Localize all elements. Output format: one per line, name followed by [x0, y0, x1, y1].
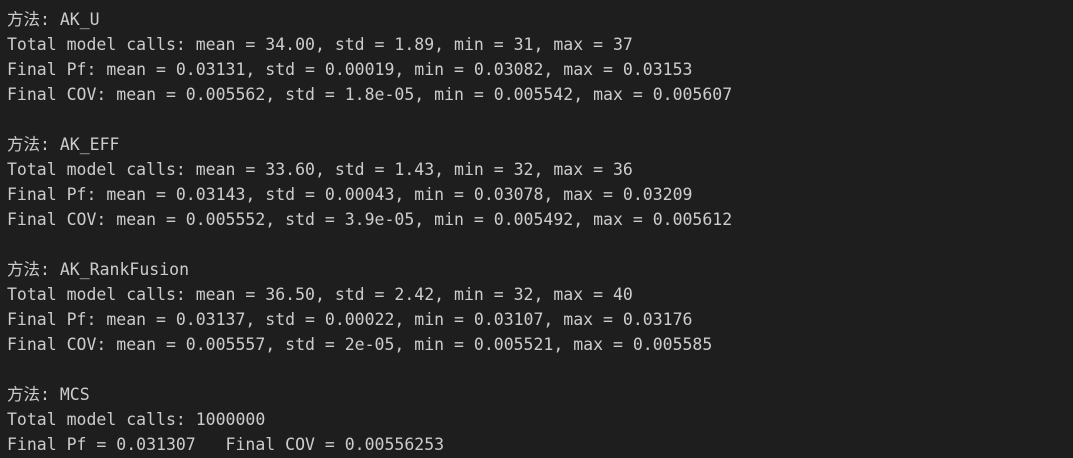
output-line-method-ak-rankfusion: 方法: AK_RankFusion [7, 260, 190, 279]
output-line-pf-cov-mcs: Final Pf = 0.031307 Final COV = 0.005562… [7, 435, 445, 454]
output-line-calls-ak-u: Total model calls: mean = 34.00, std = 1… [7, 35, 633, 54]
output-line-pf-ak-rankfusion: Final Pf: mean = 0.03137, std = 0.00022,… [7, 310, 693, 329]
output-line-pf-ak-u: Final Pf: mean = 0.03131, std = 0.00019,… [7, 60, 693, 79]
output-line-calls-ak-eff: Total model calls: mean = 33.60, std = 1… [7, 160, 633, 179]
output-line-method-ak-eff: 方法: AK_EFF [7, 135, 120, 154]
output-line-pf-ak-eff: Final Pf: mean = 0.03143, std = 0.00043,… [7, 185, 693, 204]
output-line-method-mcs: 方法: MCS [7, 385, 90, 404]
output-line-method-ak-u: 方法: AK_U [7, 10, 100, 29]
output-line-calls-mcs: Total model calls: 1000000 [7, 410, 266, 429]
output-line-cov-ak-eff: Final COV: mean = 0.005552, std = 3.9e-0… [7, 210, 733, 229]
output-line-cov-ak-u: Final COV: mean = 0.005562, std = 1.8e-0… [7, 85, 733, 104]
output-line-calls-ak-rankfusion: Total model calls: mean = 36.50, std = 2… [7, 285, 633, 304]
output-line-cov-ak-rankfusion: Final COV: mean = 0.005557, std = 2e-05,… [7, 335, 713, 354]
terminal-output[interactable]: 方法: AK_U Total model calls: mean = 34.00… [0, 0, 1073, 458]
